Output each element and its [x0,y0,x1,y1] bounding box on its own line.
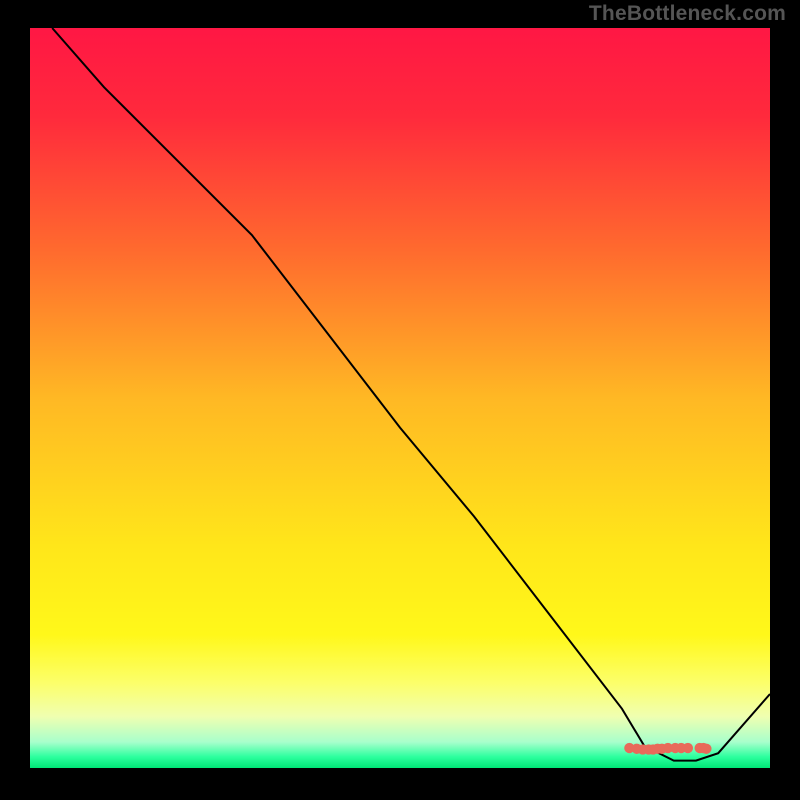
chart-frame: TheBottleneck.com [0,0,800,800]
marker-dot [701,744,711,754]
bottleneck-curve [52,28,770,761]
optimal-band-dots [624,743,711,755]
plot-area [30,28,770,768]
watermark-text: TheBottleneck.com [589,2,786,26]
marker-dot [683,743,693,753]
chart-svg [30,28,770,768]
